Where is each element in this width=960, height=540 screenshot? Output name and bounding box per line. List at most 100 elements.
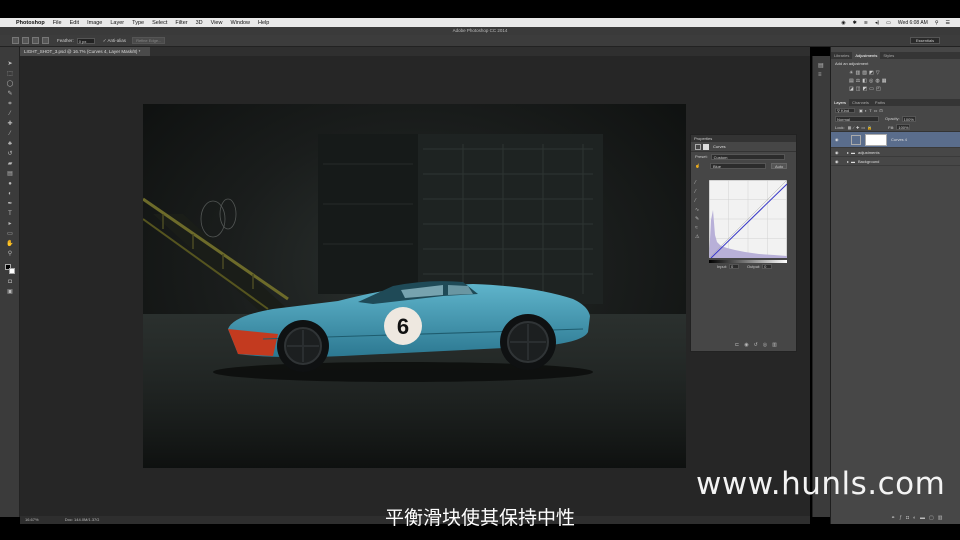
zoom-tool-icon[interactable]: ⚲ — [6, 251, 14, 257]
color-lookup-icon[interactable]: ▦ — [882, 78, 889, 84]
menu-view[interactable]: View — [211, 20, 223, 26]
add-selection-icon[interactable] — [32, 37, 39, 44]
workspace-switcher[interactable]: Essentials — [910, 37, 940, 44]
hand-tool-icon[interactable]: ✋ — [6, 241, 14, 247]
view-previous-icon[interactable]: ◉ — [744, 342, 748, 348]
quick-mask-icon[interactable]: ◘ — [6, 279, 14, 285]
tab-layers[interactable]: Layers — [831, 99, 850, 106]
eraser-tool-icon[interactable]: ▰ — [6, 161, 14, 167]
spotlight-icon[interactable]: ⚲ — [935, 20, 939, 26]
layer-row-background[interactable]: ◉ ▸ ▬ Background — [831, 157, 960, 166]
tab-libraries[interactable]: Libraries — [831, 52, 852, 59]
input-field[interactable]: 0 — [729, 264, 740, 269]
edit-points-icon[interactable]: ∿ — [695, 206, 699, 215]
visibility-eye-icon[interactable]: ◉ — [835, 137, 843, 142]
menu-window[interactable]: Window — [230, 20, 250, 26]
bluetooth-icon[interactable]: ✱ — [853, 20, 857, 26]
fill-input[interactable]: 100% — [896, 124, 911, 130]
layer-mask-thumbnail[interactable] — [865, 133, 887, 146]
expand-arrow-icon[interactable]: ▸ — [847, 150, 849, 155]
healing-tool-icon[interactable]: ✚ — [6, 121, 14, 127]
menu-filter[interactable]: Filter — [175, 20, 187, 26]
reset-icon[interactable]: ↺ — [754, 342, 758, 348]
crop-tool-icon[interactable]: ⌗ — [6, 101, 14, 107]
antialias-checkbox[interactable]: ✓ Anti-alias — [103, 38, 126, 44]
sample-gray-icon[interactable]: ⁄ — [695, 188, 699, 197]
tab-styles[interactable]: Styles — [880, 52, 897, 59]
clipping-icon[interactable]: ⚠ — [695, 233, 699, 242]
blur-tool-icon[interactable]: ● — [6, 181, 14, 187]
refine-edge-button[interactable]: Refine Edge... — [132, 37, 166, 44]
brush-tool-icon[interactable]: ⁄ — [6, 131, 14, 137]
channel-select[interactable]: Blue — [710, 162, 766, 169]
history-panel-icon[interactable]: ▤ — [818, 62, 824, 69]
visibility-icon[interactable]: ◎ — [763, 342, 767, 348]
visibility-eye-icon[interactable]: ◉ — [835, 159, 843, 164]
document-canvas[interactable]: 6 — [143, 104, 686, 468]
auto-button[interactable]: Auto — [771, 162, 788, 169]
invert-icon[interactable]: ◪ — [849, 86, 856, 92]
screen-mode-icon[interactable]: ▣ — [6, 289, 14, 295]
output-field[interactable]: 0 — [762, 264, 773, 269]
filter-icons[interactable]: ▣◐T▭⊡ — [859, 108, 885, 113]
status-icon[interactable]: ◉ — [841, 20, 845, 26]
pen-tool-icon[interactable]: ✒ — [6, 201, 14, 207]
menu-file[interactable]: File — [53, 20, 62, 26]
clone-stamp-tool-icon[interactable]: ♣ — [6, 141, 14, 147]
menu-image[interactable]: Image — [87, 20, 102, 26]
menu-layer[interactable]: Layer — [110, 20, 124, 26]
menu-select[interactable]: Select — [152, 20, 167, 26]
bw-icon[interactable]: ◧ — [862, 78, 869, 84]
gradient-map-icon[interactable]: ▭ — [869, 86, 876, 92]
marquee-tool-icon[interactable]: ⬚ — [6, 71, 14, 77]
eyedropper-tool-icon[interactable]: ⁄ — [6, 111, 14, 117]
move-tool-icon[interactable]: ➤ — [6, 61, 14, 67]
lasso-preset-icon[interactable] — [12, 37, 19, 44]
selective-color-icon[interactable]: ◰ — [876, 86, 883, 92]
visibility-eye-icon[interactable]: ◉ — [835, 150, 843, 155]
exposure-icon[interactable]: ◩ — [869, 70, 876, 76]
battery-icon[interactable]: ▭ — [886, 20, 891, 26]
gradient-tool-icon[interactable]: ▤ — [6, 171, 14, 177]
feather-input[interactable]: 0 px — [76, 37, 95, 44]
wifi-icon[interactable]: ≋ — [864, 20, 868, 26]
smooth-icon[interactable]: ≈ — [695, 224, 699, 233]
notification-icon[interactable]: ☰ — [946, 20, 950, 26]
new-selection-icon[interactable] — [22, 37, 29, 44]
tab-adjustments[interactable]: Adjustments — [852, 52, 881, 59]
background-color-swatch[interactable] — [9, 268, 15, 274]
curves-adj-icon[interactable]: ▨ — [862, 70, 869, 76]
tab-paths[interactable]: Paths — [872, 99, 888, 106]
hue-sat-icon[interactable]: ▤ — [849, 78, 856, 84]
mask-icon[interactable] — [703, 143, 709, 150]
menu-app-name[interactable]: Photoshop — [16, 20, 45, 26]
lasso-tool-icon[interactable]: ◯ — [6, 81, 14, 87]
opacity-input[interactable]: 100% — [901, 115, 916, 122]
subtract-selection-icon[interactable] — [42, 37, 49, 44]
blend-mode-select[interactable]: Normal — [835, 115, 879, 122]
shape-tool-icon[interactable]: ▭ — [6, 231, 14, 237]
volume-icon[interactable]: ◂) — [875, 20, 879, 26]
draw-curve-icon[interactable]: ✎ — [695, 215, 699, 224]
menubar-clock[interactable]: Wed 6:08 AM — [898, 20, 928, 26]
lock-icons[interactable]: ▦⁄✚▭🔒 — [848, 125, 875, 130]
kind-filter[interactable]: ⚲ Kind — [835, 107, 855, 113]
target-adjust-icon[interactable]: ☝ — [695, 163, 700, 168]
sample-black-icon[interactable]: ⁄ — [695, 179, 699, 188]
delete-icon[interactable]: ▥ — [772, 342, 777, 348]
sample-white-icon[interactable]: ⁄ — [695, 197, 699, 206]
vibrance-icon[interactable]: ▽ — [876, 70, 882, 76]
curves-graph[interactable] — [709, 180, 787, 258]
document-tab[interactable]: LIGHT_SHOT_3.psd @ 16.7% (Curves 4, Laye… — [20, 47, 150, 56]
layer-name[interactable]: Background — [858, 159, 879, 164]
tab-channels[interactable]: Channels — [849, 99, 872, 106]
path-select-tool-icon[interactable]: ▸ — [6, 221, 14, 227]
preset-select[interactable]: Custom — [710, 153, 785, 160]
properties-panel-icon[interactable]: ≡ — [818, 72, 822, 78]
type-tool-icon[interactable]: T — [6, 211, 14, 217]
expand-arrow-icon[interactable]: ▸ — [847, 159, 849, 164]
clip-to-layer-icon[interactable]: ⊏ — [735, 342, 739, 348]
layer-name[interactable]: adjustments — [858, 150, 880, 155]
history-brush-tool-icon[interactable]: ↺ — [6, 151, 14, 157]
menu-3d[interactable]: 3D — [196, 20, 203, 26]
